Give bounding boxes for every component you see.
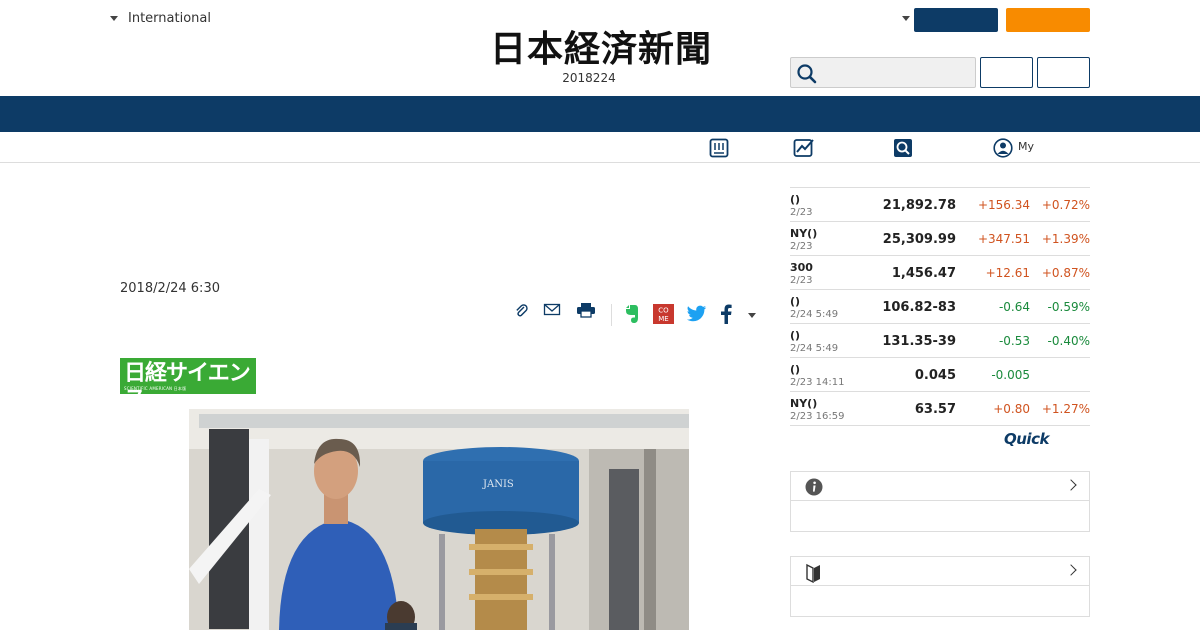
page: International 日本経済新聞 2018224 My 2018/2/2… xyxy=(0,0,1200,630)
subscribe-button[interactable] xyxy=(1006,8,1090,32)
clip-icon[interactable] xyxy=(513,302,529,318)
sub-navbar: My xyxy=(0,132,1200,163)
beginner-panel[interactable] xyxy=(790,556,1090,617)
market-row[interactable]: 300 2/23 1,456.47 +12.61 +0.87% xyxy=(790,256,1090,290)
share-divider xyxy=(611,304,612,326)
market-price: 25,309.99 xyxy=(882,232,956,247)
svg-text:CO: CO xyxy=(658,307,669,315)
science-logo-subtext: SCIENTIFIC AMERICAN 日本版 xyxy=(124,386,187,391)
market-change-pct: +0.87% xyxy=(1041,266,1090,280)
print-icon[interactable] xyxy=(576,302,596,318)
market-change: +12.61 xyxy=(985,266,1030,280)
market-time: 2/23 xyxy=(790,275,813,286)
market-change-pct: +1.39% xyxy=(1041,232,1090,246)
market-time: 2/24 5:49 xyxy=(790,343,839,354)
main-navbar xyxy=(0,96,1200,132)
nikkei-science-logo[interactable]: 日経サイエンス SCIENTIFIC AMERICAN 日本版 xyxy=(120,358,256,412)
market-name: () xyxy=(790,329,801,342)
come-icon[interactable]: CO ME xyxy=(653,304,674,324)
market-name: NY() xyxy=(790,397,818,410)
caret-down-icon xyxy=(110,16,118,21)
market-time: 2/23 14:11 xyxy=(790,377,845,388)
market-row[interactable]: () 2/23 14:11 0.045 -0.005 xyxy=(790,358,1090,392)
account-menu-caret-icon[interactable] xyxy=(902,16,910,21)
header-button-1[interactable] xyxy=(980,57,1033,88)
market-name: () xyxy=(790,363,801,376)
market-change-pct: +0.72% xyxy=(1041,198,1090,212)
nikkei-logo[interactable]: 日本経済新聞 xyxy=(452,28,750,68)
evernote-icon[interactable] xyxy=(623,304,640,324)
market-name: () xyxy=(790,295,801,308)
account-icon[interactable] xyxy=(993,138,1013,158)
edition-selector[interactable]: International xyxy=(110,11,211,26)
logo-text: 日本経済新聞 xyxy=(490,28,712,68)
market-change: -0.64 xyxy=(998,300,1030,314)
market-name: 300 xyxy=(790,261,813,274)
login-button[interactable] xyxy=(914,8,998,32)
market-change-pct: -0.59% xyxy=(1047,300,1090,314)
market-price: 106.82-83 xyxy=(882,300,956,315)
market-time: 2/23 16:59 xyxy=(790,411,845,422)
edition-date: 2018224 xyxy=(562,71,616,85)
header-button-2[interactable] xyxy=(1037,57,1090,88)
market-change: +347.51 xyxy=(977,232,1030,246)
info-panel[interactable] xyxy=(790,471,1090,532)
market-row[interactable]: NY() 2/23 16:59 63.57 +0.80 +1.27% xyxy=(790,392,1090,426)
market-row[interactable]: () 2/24 5:49 131.35-39 -0.53 -0.40% xyxy=(790,324,1090,358)
market-time: 2/24 5:49 xyxy=(790,309,839,320)
market-change: -0.005 xyxy=(991,368,1030,382)
beginner-mark-icon xyxy=(806,563,820,583)
photo-label: JANIS xyxy=(482,479,514,490)
quick-logo[interactable]: Quick xyxy=(1004,430,1049,448)
market-change: +156.34 xyxy=(977,198,1030,212)
market-price: 63.57 xyxy=(914,402,956,417)
market-change-pct: +1.27% xyxy=(1041,402,1090,416)
market-change-pct: -0.40% xyxy=(1047,334,1090,348)
market-row[interactable]: () 2/24 5:49 106.82-83 -0.64 -0.59% xyxy=(790,290,1090,324)
market-time: 2/23 xyxy=(790,241,813,252)
article-timestamp: 2018/2/24 6:30 xyxy=(120,281,220,296)
market-change: +0.80 xyxy=(993,402,1030,416)
market-summary-table: () 2/23 21,892.78 +156.34 +0.72% NY() 2/23 25,3… xyxy=(790,187,1090,426)
twitter-icon[interactable] xyxy=(686,305,707,323)
more-share-caret-icon[interactable] xyxy=(748,313,756,318)
market-price: 131.35-39 xyxy=(882,334,956,349)
beginner-panel-header[interactable] xyxy=(791,557,1089,586)
info-icon xyxy=(805,478,823,496)
market-change: -0.53 xyxy=(998,334,1030,348)
info-panel-header[interactable] xyxy=(791,472,1089,501)
market-price: 21,892.78 xyxy=(882,198,956,213)
chevron-right-icon xyxy=(1065,479,1077,491)
market-row[interactable]: NY() 2/23 25,309.99 +347.51 +1.39% xyxy=(790,222,1090,256)
chart-icon[interactable] xyxy=(793,138,815,158)
market-name: () xyxy=(790,193,801,206)
my-page-label[interactable]: My xyxy=(1018,140,1034,153)
market-time: 2/23 xyxy=(790,207,813,218)
market-price: 0.045 xyxy=(914,368,956,383)
search-icon[interactable] xyxy=(796,63,818,85)
facebook-icon[interactable] xyxy=(719,304,733,324)
magnifier-box-icon[interactable] xyxy=(893,138,913,158)
article-photo: JANIS xyxy=(189,409,689,630)
market-row[interactable]: () 2/23 21,892.78 +156.34 +0.72% xyxy=(790,188,1090,222)
chevron-right-icon xyxy=(1065,564,1077,576)
market-price: 1,456.47 xyxy=(891,266,956,281)
mail-icon[interactable] xyxy=(543,302,561,318)
search-input[interactable] xyxy=(790,57,976,88)
newspaper-icon[interactable] xyxy=(709,138,729,158)
edition-label: International xyxy=(128,11,211,26)
svg-text:ME: ME xyxy=(658,315,668,323)
market-name: NY() xyxy=(790,227,818,240)
